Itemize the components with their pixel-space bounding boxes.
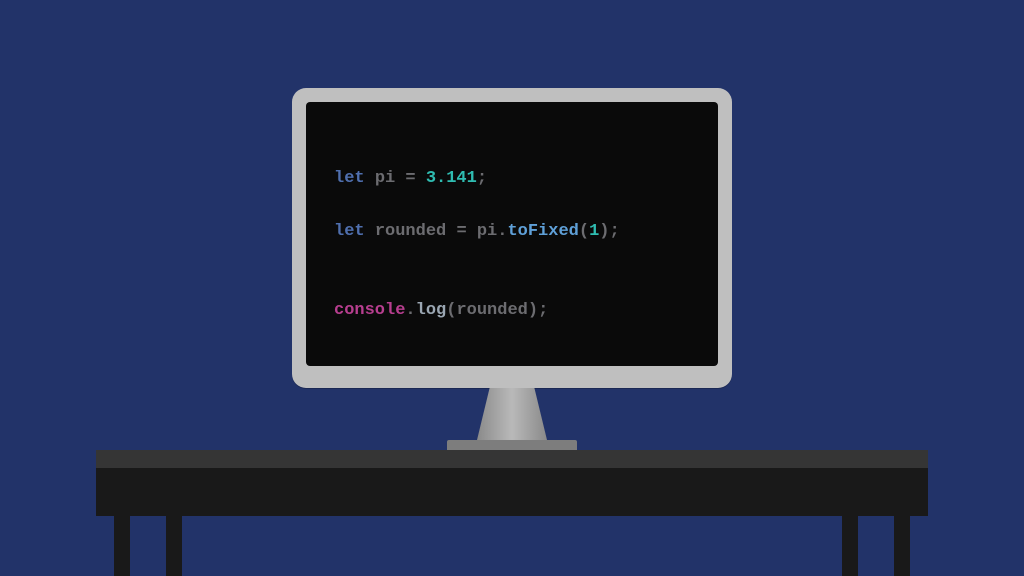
identifier-pi: pi xyxy=(375,169,395,188)
paren-close: ) xyxy=(528,301,538,320)
code-line-3: console.log(rounded); xyxy=(334,298,690,324)
code-line-2: let rounded = pi.toFixed(1); xyxy=(334,219,690,245)
paren-open: ( xyxy=(579,222,589,241)
code-line-1: let pi = 3.141; xyxy=(334,166,690,192)
code-editor-screen: let pi = 3.141; let rounded = pi.toFixed… xyxy=(306,102,718,366)
number-literal: 3.141 xyxy=(426,169,477,188)
monitor-stand-base xyxy=(447,440,577,450)
desk-surface xyxy=(96,450,928,468)
desk xyxy=(96,450,928,576)
paren-open: ( xyxy=(446,301,456,320)
monitor-bezel: let pi = 3.141; let rounded = pi.toFixed… xyxy=(292,88,732,388)
keyword-let: let xyxy=(334,222,365,241)
semicolon: ; xyxy=(477,169,487,188)
identifier-rounded: rounded xyxy=(375,222,446,241)
method-tofixed: toFixed xyxy=(507,222,578,241)
identifier-console: console xyxy=(334,301,405,320)
computer-monitor: let pi = 3.141; let rounded = pi.toFixed… xyxy=(292,88,732,450)
semicolon: ; xyxy=(609,222,619,241)
dot-operator: . xyxy=(405,301,415,320)
dot-operator: . xyxy=(497,222,507,241)
paren-close: ) xyxy=(599,222,609,241)
desk-legs xyxy=(96,516,928,576)
operator-equals: = xyxy=(405,169,415,188)
argument-identifier: rounded xyxy=(456,301,527,320)
desk-leg xyxy=(894,516,910,576)
operator-equals: = xyxy=(456,222,466,241)
desk-leg xyxy=(842,516,858,576)
identifier-pi: pi xyxy=(477,222,497,241)
desk-leg xyxy=(166,516,182,576)
method-log: log xyxy=(416,301,447,320)
monitor-stand-neck xyxy=(477,388,547,440)
desk-leg xyxy=(114,516,130,576)
desk-apron xyxy=(96,468,928,516)
argument-literal: 1 xyxy=(589,222,599,241)
keyword-let: let xyxy=(334,169,365,188)
semicolon: ; xyxy=(538,301,548,320)
